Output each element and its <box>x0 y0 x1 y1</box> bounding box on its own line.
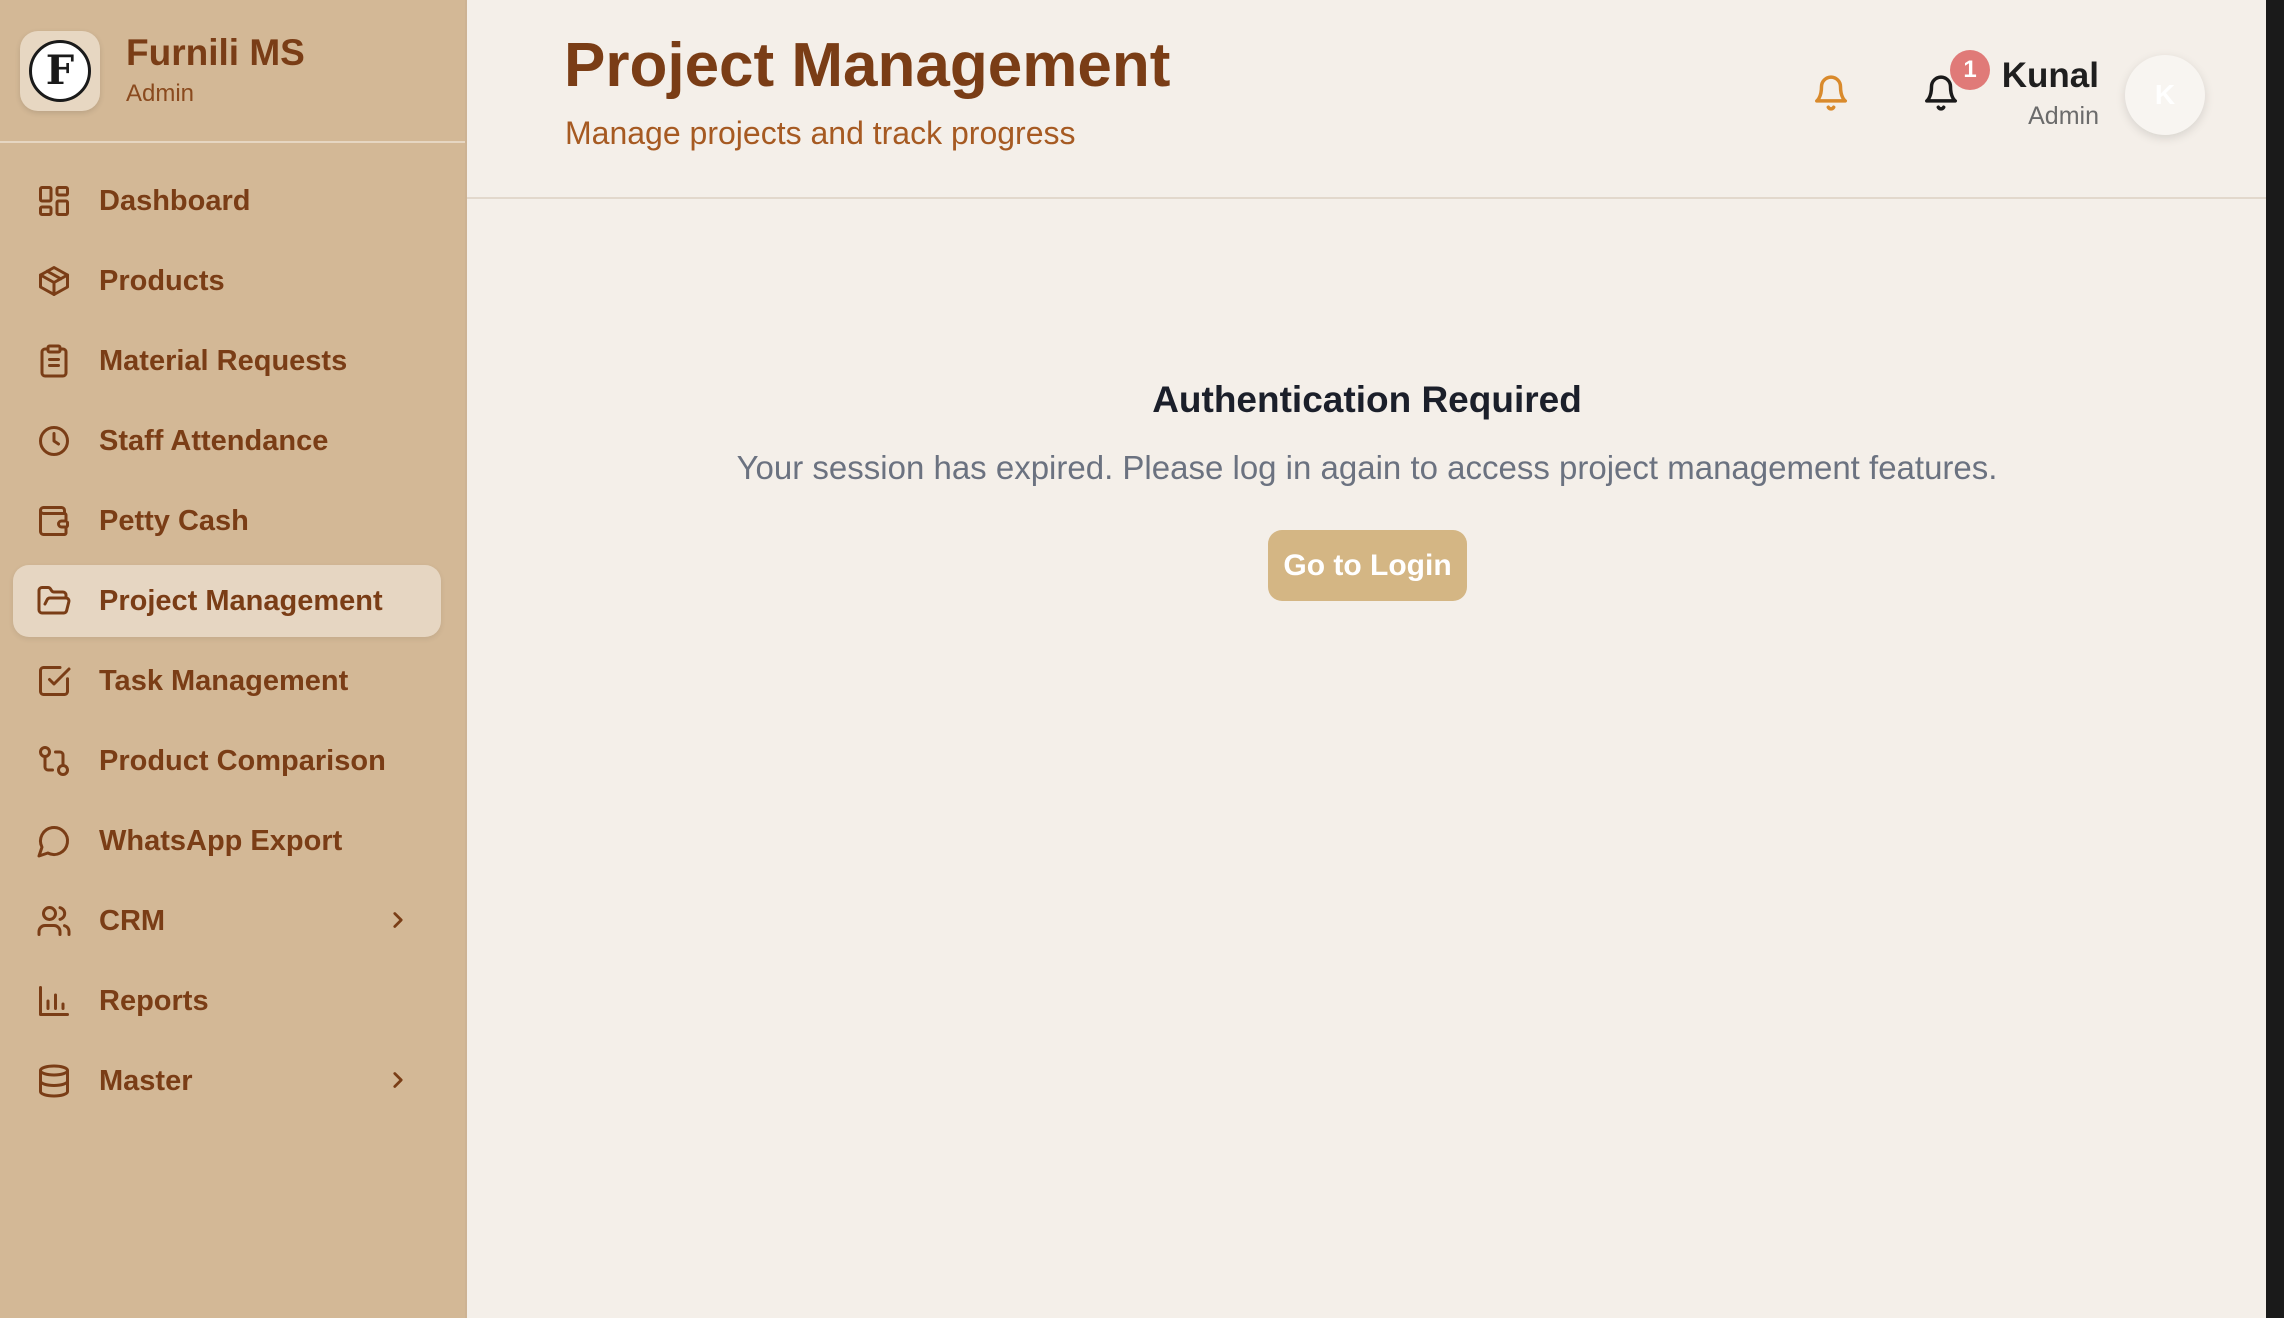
sidebar-item-products[interactable]: Products <box>13 245 441 317</box>
brand-role: Admin <box>126 79 195 107</box>
page-subtitle: Manage projects and track progress <box>565 115 1076 151</box>
top-header: Project Management Manage projects and t… <box>467 0 2267 199</box>
sidebar-item-material-requests[interactable]: Material Requests <box>13 325 441 397</box>
users-icon <box>35 902 73 940</box>
wallet-icon <box>35 502 73 540</box>
sidebar-item-petty-cash[interactable]: Petty Cash <box>13 485 441 557</box>
sidebar-item-label: Staff Attendance <box>99 424 329 457</box>
sidebar-item-label: Product Comparison <box>99 744 386 777</box>
brand-text: Furnili MS Admin <box>126 32 305 108</box>
sidebar-item-label: Products <box>99 264 225 297</box>
chevron-right-icon[interactable] <box>385 1067 411 1093</box>
sidebar-nav: Dashboard Products Material Requests Sta… <box>0 143 465 1117</box>
main-area: Project Management Manage projects and t… <box>467 0 2267 1318</box>
avatar[interactable]: K <box>2125 55 2205 135</box>
folder-open-icon <box>35 582 73 620</box>
logo-mark: F <box>29 39 91 102</box>
sidebar: F Furnili MS Admin Dashboard Products Ma… <box>0 0 467 1318</box>
sidebar-item-label: Reports <box>99 984 209 1017</box>
sidebar-item-crm[interactable]: CRM <box>13 885 441 957</box>
sidebar-item-label: Master <box>99 1064 193 1097</box>
content-area: Authentication Required Your session has… <box>467 199 2267 1316</box>
sidebar-item-label: Material Requests <box>99 344 348 377</box>
auth-title: Authentication Required <box>1152 379 1582 420</box>
database-icon <box>35 1062 73 1100</box>
sidebar-item-label: Petty Cash <box>99 504 249 537</box>
sidebar-item-label: Project Management <box>99 584 383 617</box>
brand-name: Furnili MS <box>126 32 305 74</box>
sidebar-item-master[interactable]: Master <box>13 1045 441 1117</box>
sidebar-item-label: WhatsApp Export <box>99 824 343 857</box>
brand-logo[interactable]: F <box>20 30 100 111</box>
clipboard-icon <box>35 342 73 380</box>
notification-badge: 1 <box>1950 50 1990 90</box>
brand-header: F Furnili MS Admin <box>0 0 465 143</box>
window-edge <box>2266 0 2284 1318</box>
sidebar-item-product-comparison[interactable]: Product Comparison <box>13 725 441 797</box>
chevron-right-icon[interactable] <box>385 907 411 933</box>
sidebar-item-project-management[interactable]: Project Management <box>13 565 441 637</box>
sidebar-item-task-management[interactable]: Task Management <box>13 645 441 717</box>
bar-chart-icon <box>35 982 73 1020</box>
sidebar-item-dashboard[interactable]: Dashboard <box>13 165 441 237</box>
check-square-icon <box>35 662 73 700</box>
sidebar-item-staff-attendance[interactable]: Staff Attendance <box>13 405 441 477</box>
user-name: Kunal <box>2001 56 2099 95</box>
page-title: Project Management <box>564 31 1171 100</box>
clock-icon <box>35 422 73 460</box>
package-icon <box>35 262 73 300</box>
bell-icon[interactable] <box>1812 74 1850 112</box>
app-root: F Furnili MS Admin Dashboard Products Ma… <box>0 0 2284 1318</box>
git-compare-icon <box>35 742 73 780</box>
sidebar-item-label: Task Management <box>99 664 349 697</box>
dashboard-icon <box>35 182 73 220</box>
sidebar-item-label: CRM <box>99 904 166 937</box>
go-to-login-button[interactable]: Go to Login <box>1268 530 1467 601</box>
sidebar-item-whatsapp-export[interactable]: WhatsApp Export <box>13 805 441 877</box>
message-circle-icon <box>35 822 73 860</box>
user-role: Admin <box>2028 102 2099 130</box>
sidebar-item-reports[interactable]: Reports <box>13 965 441 1037</box>
auth-message: Your session has expired. Please log in … <box>736 449 1998 486</box>
sidebar-item-label: Dashboard <box>99 184 251 217</box>
